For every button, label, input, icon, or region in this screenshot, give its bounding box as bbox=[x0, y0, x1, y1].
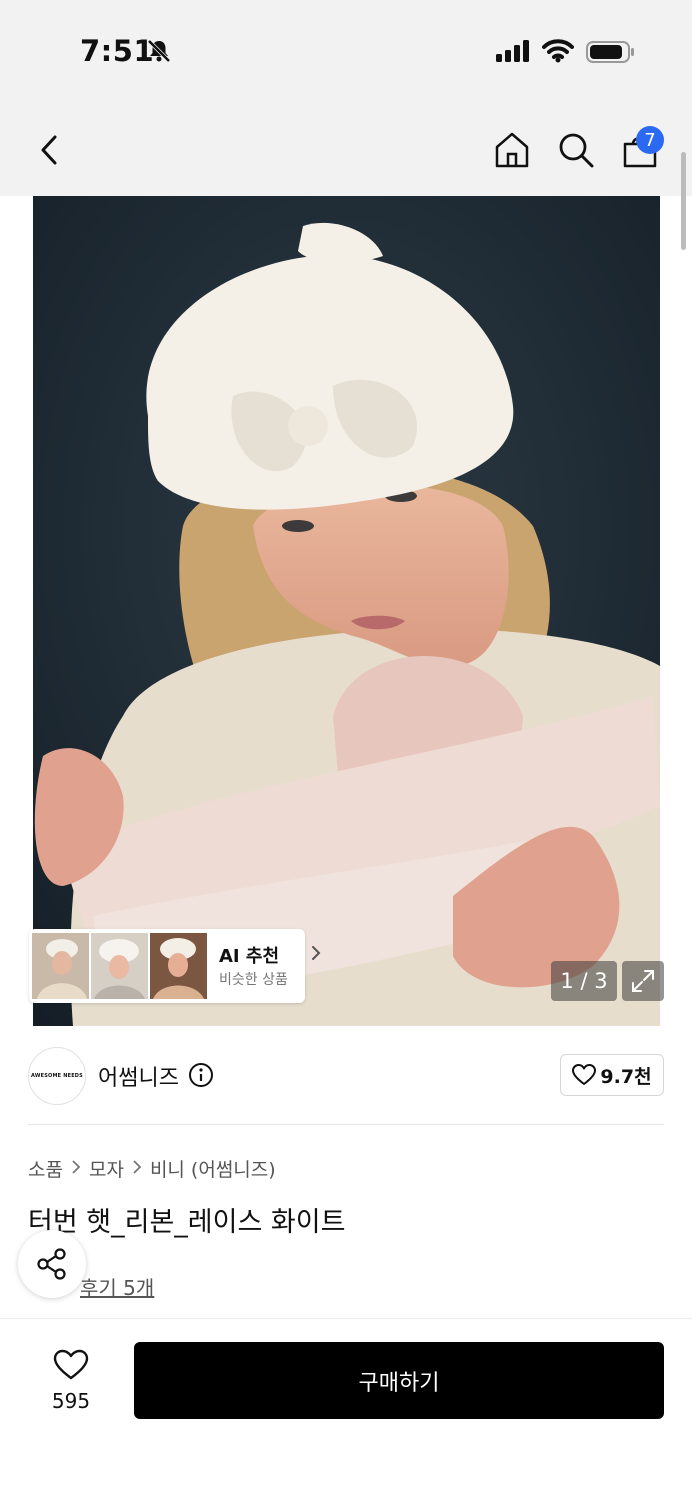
recommend-thumbnail[interactable] bbox=[32, 933, 89, 999]
info-icon[interactable] bbox=[188, 1062, 214, 1092]
scrollbar[interactable] bbox=[681, 152, 686, 250]
share-icon bbox=[37, 1248, 66, 1280]
heart-icon bbox=[572, 1064, 597, 1085]
brand-like-count: 9.7천 bbox=[600, 1065, 652, 1088]
wishlist-button[interactable]: 595 bbox=[36, 1345, 106, 1415]
divider bbox=[28, 1124, 664, 1125]
chevron-right-icon bbox=[71, 1158, 81, 1180]
wifi-icon bbox=[542, 39, 574, 67]
top-nav-bar bbox=[0, 100, 692, 196]
recommend-thumbnail[interactable] bbox=[91, 933, 148, 999]
ai-recommend-title: AI 추천 bbox=[219, 946, 280, 967]
status-bar: 7:51 bbox=[0, 0, 692, 100]
brand-logo-text: AWESOME NEEDS bbox=[31, 1073, 83, 1079]
bottom-action-bar: 595 구매하기 bbox=[0, 1318, 692, 1500]
cart-count-badge: 7 bbox=[636, 126, 664, 154]
fullscreen-button[interactable] bbox=[622, 961, 664, 1001]
breadcrumb-item[interactable]: 비니 (어썸니즈) bbox=[150, 1155, 276, 1182]
ai-recommend-card[interactable]: AI 추천 비슷한 상품 bbox=[29, 929, 321, 1003]
chevron-left-icon bbox=[41, 135, 57, 165]
brand-logo[interactable]: AWESOME NEEDS bbox=[28, 1047, 86, 1105]
share-button[interactable] bbox=[18, 1230, 86, 1298]
buy-button[interactable]: 구매하기 bbox=[134, 1342, 664, 1419]
home-button[interactable] bbox=[490, 128, 534, 172]
brand-like-button[interactable]: 9.7천 bbox=[560, 1054, 664, 1096]
status-time: 7:51 bbox=[80, 34, 155, 68]
cellular-signal-icon bbox=[496, 40, 532, 66]
product-title: 터번 햇_리본_레이스 화이트 bbox=[28, 1207, 346, 1238]
chevron-right-icon bbox=[311, 945, 321, 965]
chevron-right-icon bbox=[132, 1158, 142, 1180]
battery-icon bbox=[586, 40, 636, 68]
expand-icon bbox=[632, 970, 654, 992]
image-page-counter: 1 / 3 bbox=[551, 961, 617, 1001]
recommend-thumbnail[interactable] bbox=[150, 933, 207, 999]
review-count-link[interactable]: 후기 5개 bbox=[80, 1272, 154, 1301]
product-main-image[interactable] bbox=[33, 196, 660, 1026]
breadcrumb-item[interactable]: 소품 bbox=[28, 1155, 63, 1182]
ai-recommend-subtitle: 비슷한 상품 bbox=[219, 972, 288, 988]
brand-name[interactable]: 어썸니즈 bbox=[98, 1060, 179, 1092]
search-icon bbox=[559, 133, 594, 168]
home-icon bbox=[495, 132, 529, 168]
bell-muted-icon bbox=[146, 38, 172, 68]
search-button[interactable] bbox=[554, 128, 598, 172]
heart-icon bbox=[53, 1349, 89, 1380]
breadcrumb-item[interactable]: 모자 bbox=[89, 1155, 124, 1182]
wishlist-count: 595 bbox=[51, 1389, 91, 1413]
breadcrumb: 소품 모자 비니 (어썸니즈) bbox=[28, 1155, 276, 1182]
back-button[interactable] bbox=[30, 130, 70, 170]
